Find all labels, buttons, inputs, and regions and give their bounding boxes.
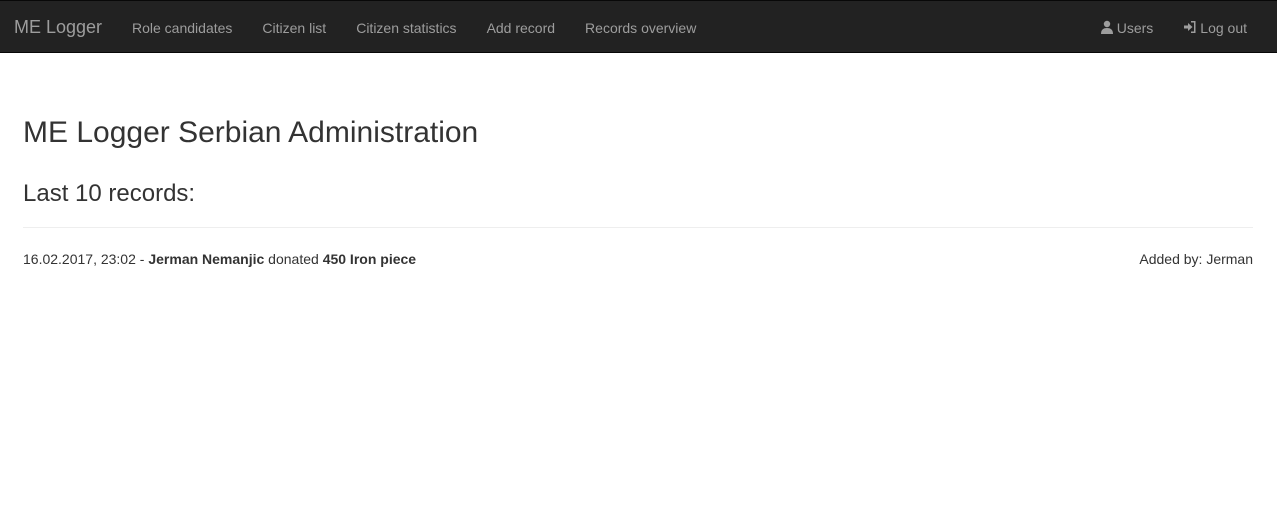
- log-out-icon: [1183, 20, 1197, 34]
- nav-users-label: Users: [1116, 19, 1154, 36]
- nav-users[interactable]: Users: [1085, 1, 1169, 54]
- nav-role-candidates[interactable]: Role candidates: [117, 1, 247, 54]
- brand-link[interactable]: ME Logger: [14, 1, 102, 54]
- nav-add-record[interactable]: Add record: [472, 1, 570, 54]
- record-row: 16.02.2017, 23:02 - Jerman Nemanjic dona…: [23, 249, 1253, 269]
- user-icon: [1100, 20, 1114, 34]
- top-navbar: ME Logger Role candidates Citizen list C…: [0, 0, 1277, 53]
- record-summary: 16.02.2017, 23:02 - Jerman Nemanjic dona…: [23, 249, 416, 269]
- record-added-by: Added by: Jerman: [1139, 251, 1253, 267]
- nav-log-out[interactable]: Log out: [1168, 1, 1262, 54]
- records-heading: Last 10 records:: [23, 180, 196, 207]
- record-timestamp: 16.02.2017, 23:02: [23, 251, 136, 267]
- nav-log-out-label: Log out: [1200, 19, 1247, 36]
- nav-citizen-statistics[interactable]: Citizen statistics: [341, 1, 471, 54]
- nav-right-menu: Users Log out: [1085, 1, 1262, 54]
- nav-left-menu: Role candidates Citizen list Citizen sta…: [117, 1, 711, 54]
- divider: [23, 227, 1253, 228]
- nav-records-overview[interactable]: Records overview: [570, 1, 711, 54]
- record-separator: -: [135, 251, 149, 267]
- record-action: donated: [264, 251, 323, 267]
- page-title: ME Logger Serbian Administration: [23, 116, 479, 149]
- record-citizen: Jerman Nemanjic: [148, 251, 265, 267]
- nav-citizen-list[interactable]: Citizen list: [247, 1, 341, 54]
- record-item: 450 Iron piece: [322, 251, 417, 267]
